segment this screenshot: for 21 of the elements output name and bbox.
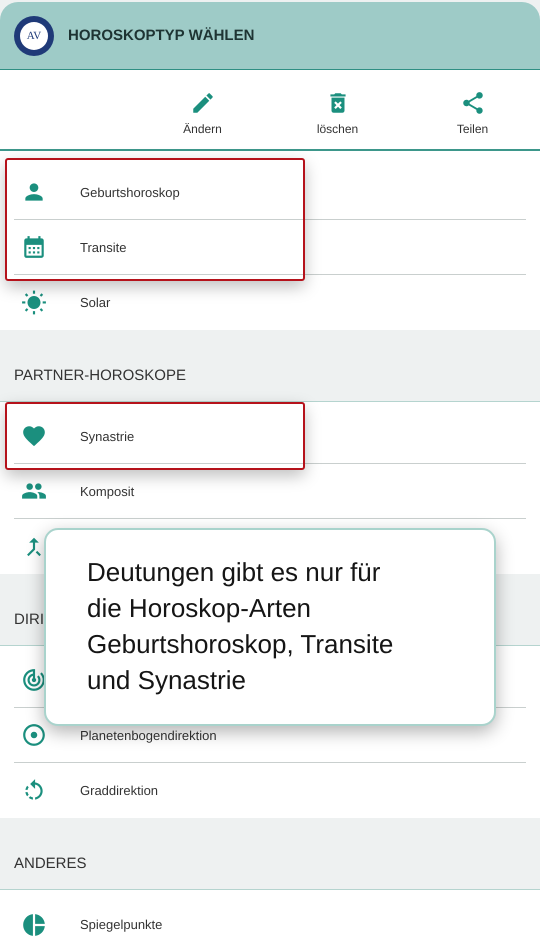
calendar-icon	[21, 234, 47, 260]
list-item[interactable]: Solar	[80, 295, 110, 310]
pie-chart-icon	[21, 912, 47, 937]
list-item[interactable]: Transite	[80, 240, 126, 254]
section-title: DIRI	[14, 611, 44, 628]
list-item[interactable]: Spiegelpunkte	[80, 917, 162, 932]
list-item[interactable]: Graddirektion	[80, 783, 158, 798]
section-title: ANDERES	[14, 855, 87, 872]
share-button[interactable]: Teilen	[405, 70, 540, 149]
list-item[interactable]: Planetenbogendirektion	[80, 728, 217, 742]
list-item[interactable]: Synastrie	[80, 428, 134, 444]
delete-button[interactable]: löschen	[270, 70, 405, 149]
list-item[interactable]: Geburtshoroskop	[80, 184, 180, 200]
concentric-circles-icon	[21, 667, 47, 693]
callout-text: Deutungen gibt es nur für die Horoskop-Arten Geburtshoroskop, Transite und Synastrie	[87, 556, 394, 697]
list-item[interactable]: Komposit	[80, 484, 134, 498]
edit-button[interactable]: Ändern	[135, 70, 270, 149]
sun-icon	[21, 290, 47, 316]
logo: AV	[14, 16, 54, 56]
window-title: HOROSKOPTYP WÄHLEN	[68, 27, 254, 44]
section-title: PARTNER-HOROSKOPE	[14, 367, 186, 384]
